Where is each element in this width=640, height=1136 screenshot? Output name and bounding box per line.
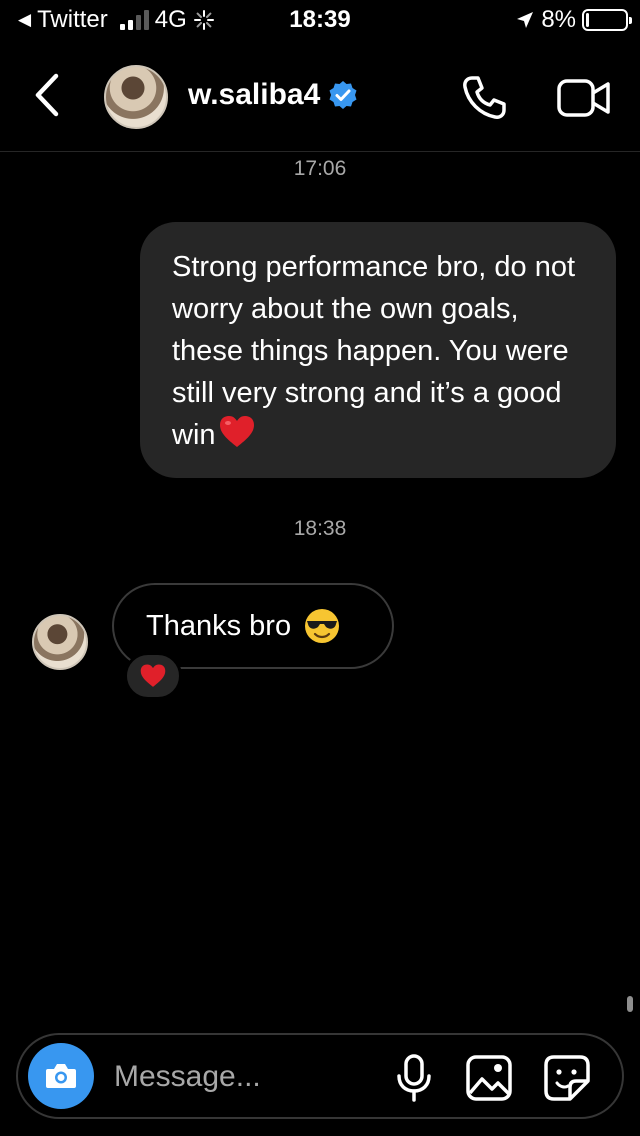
verified-badge-icon xyxy=(329,81,357,109)
video-icon[interactable] xyxy=(556,76,612,120)
contact-username[interactable]: w.saliba4 xyxy=(188,78,358,112)
header-avatar[interactable] xyxy=(104,65,168,129)
camera-button[interactable] xyxy=(28,1043,94,1109)
scroll-indicator[interactable] xyxy=(627,996,633,1012)
status-bar: ◀ Twitter 4G 18:39 8% xyxy=(0,0,640,40)
back-icon[interactable] xyxy=(28,70,68,120)
sender-avatar[interactable] xyxy=(32,614,88,670)
outgoing-message-bubble[interactable]: Strong performance bro, do not worry abo… xyxy=(140,222,616,478)
camera-icon xyxy=(46,1064,76,1088)
gallery-icon[interactable] xyxy=(464,1053,514,1103)
microphone-icon[interactable] xyxy=(390,1053,438,1103)
location-arrow-icon xyxy=(517,12,534,28)
message-composer xyxy=(16,1033,624,1119)
battery-level xyxy=(586,13,590,27)
battery-icon xyxy=(582,9,632,31)
red-heart-reaction-icon xyxy=(140,664,166,687)
sticker-icon[interactable] xyxy=(542,1053,592,1103)
sunglasses-emoji-icon xyxy=(305,609,340,643)
username-label[interactable]: w.saliba4 xyxy=(188,78,320,112)
message-input[interactable] xyxy=(114,1055,384,1099)
message-timestamp: 17:06 xyxy=(293,157,347,180)
heart-reaction[interactable] xyxy=(124,652,182,700)
status-right: 8% xyxy=(515,6,632,34)
chat-header: w.saliba4 xyxy=(0,40,640,152)
red-heart-emoji-icon xyxy=(219,416,254,448)
message-timestamp: 18:38 xyxy=(293,517,347,540)
battery-percent: 8% xyxy=(541,6,576,33)
phone-icon[interactable] xyxy=(458,72,510,124)
